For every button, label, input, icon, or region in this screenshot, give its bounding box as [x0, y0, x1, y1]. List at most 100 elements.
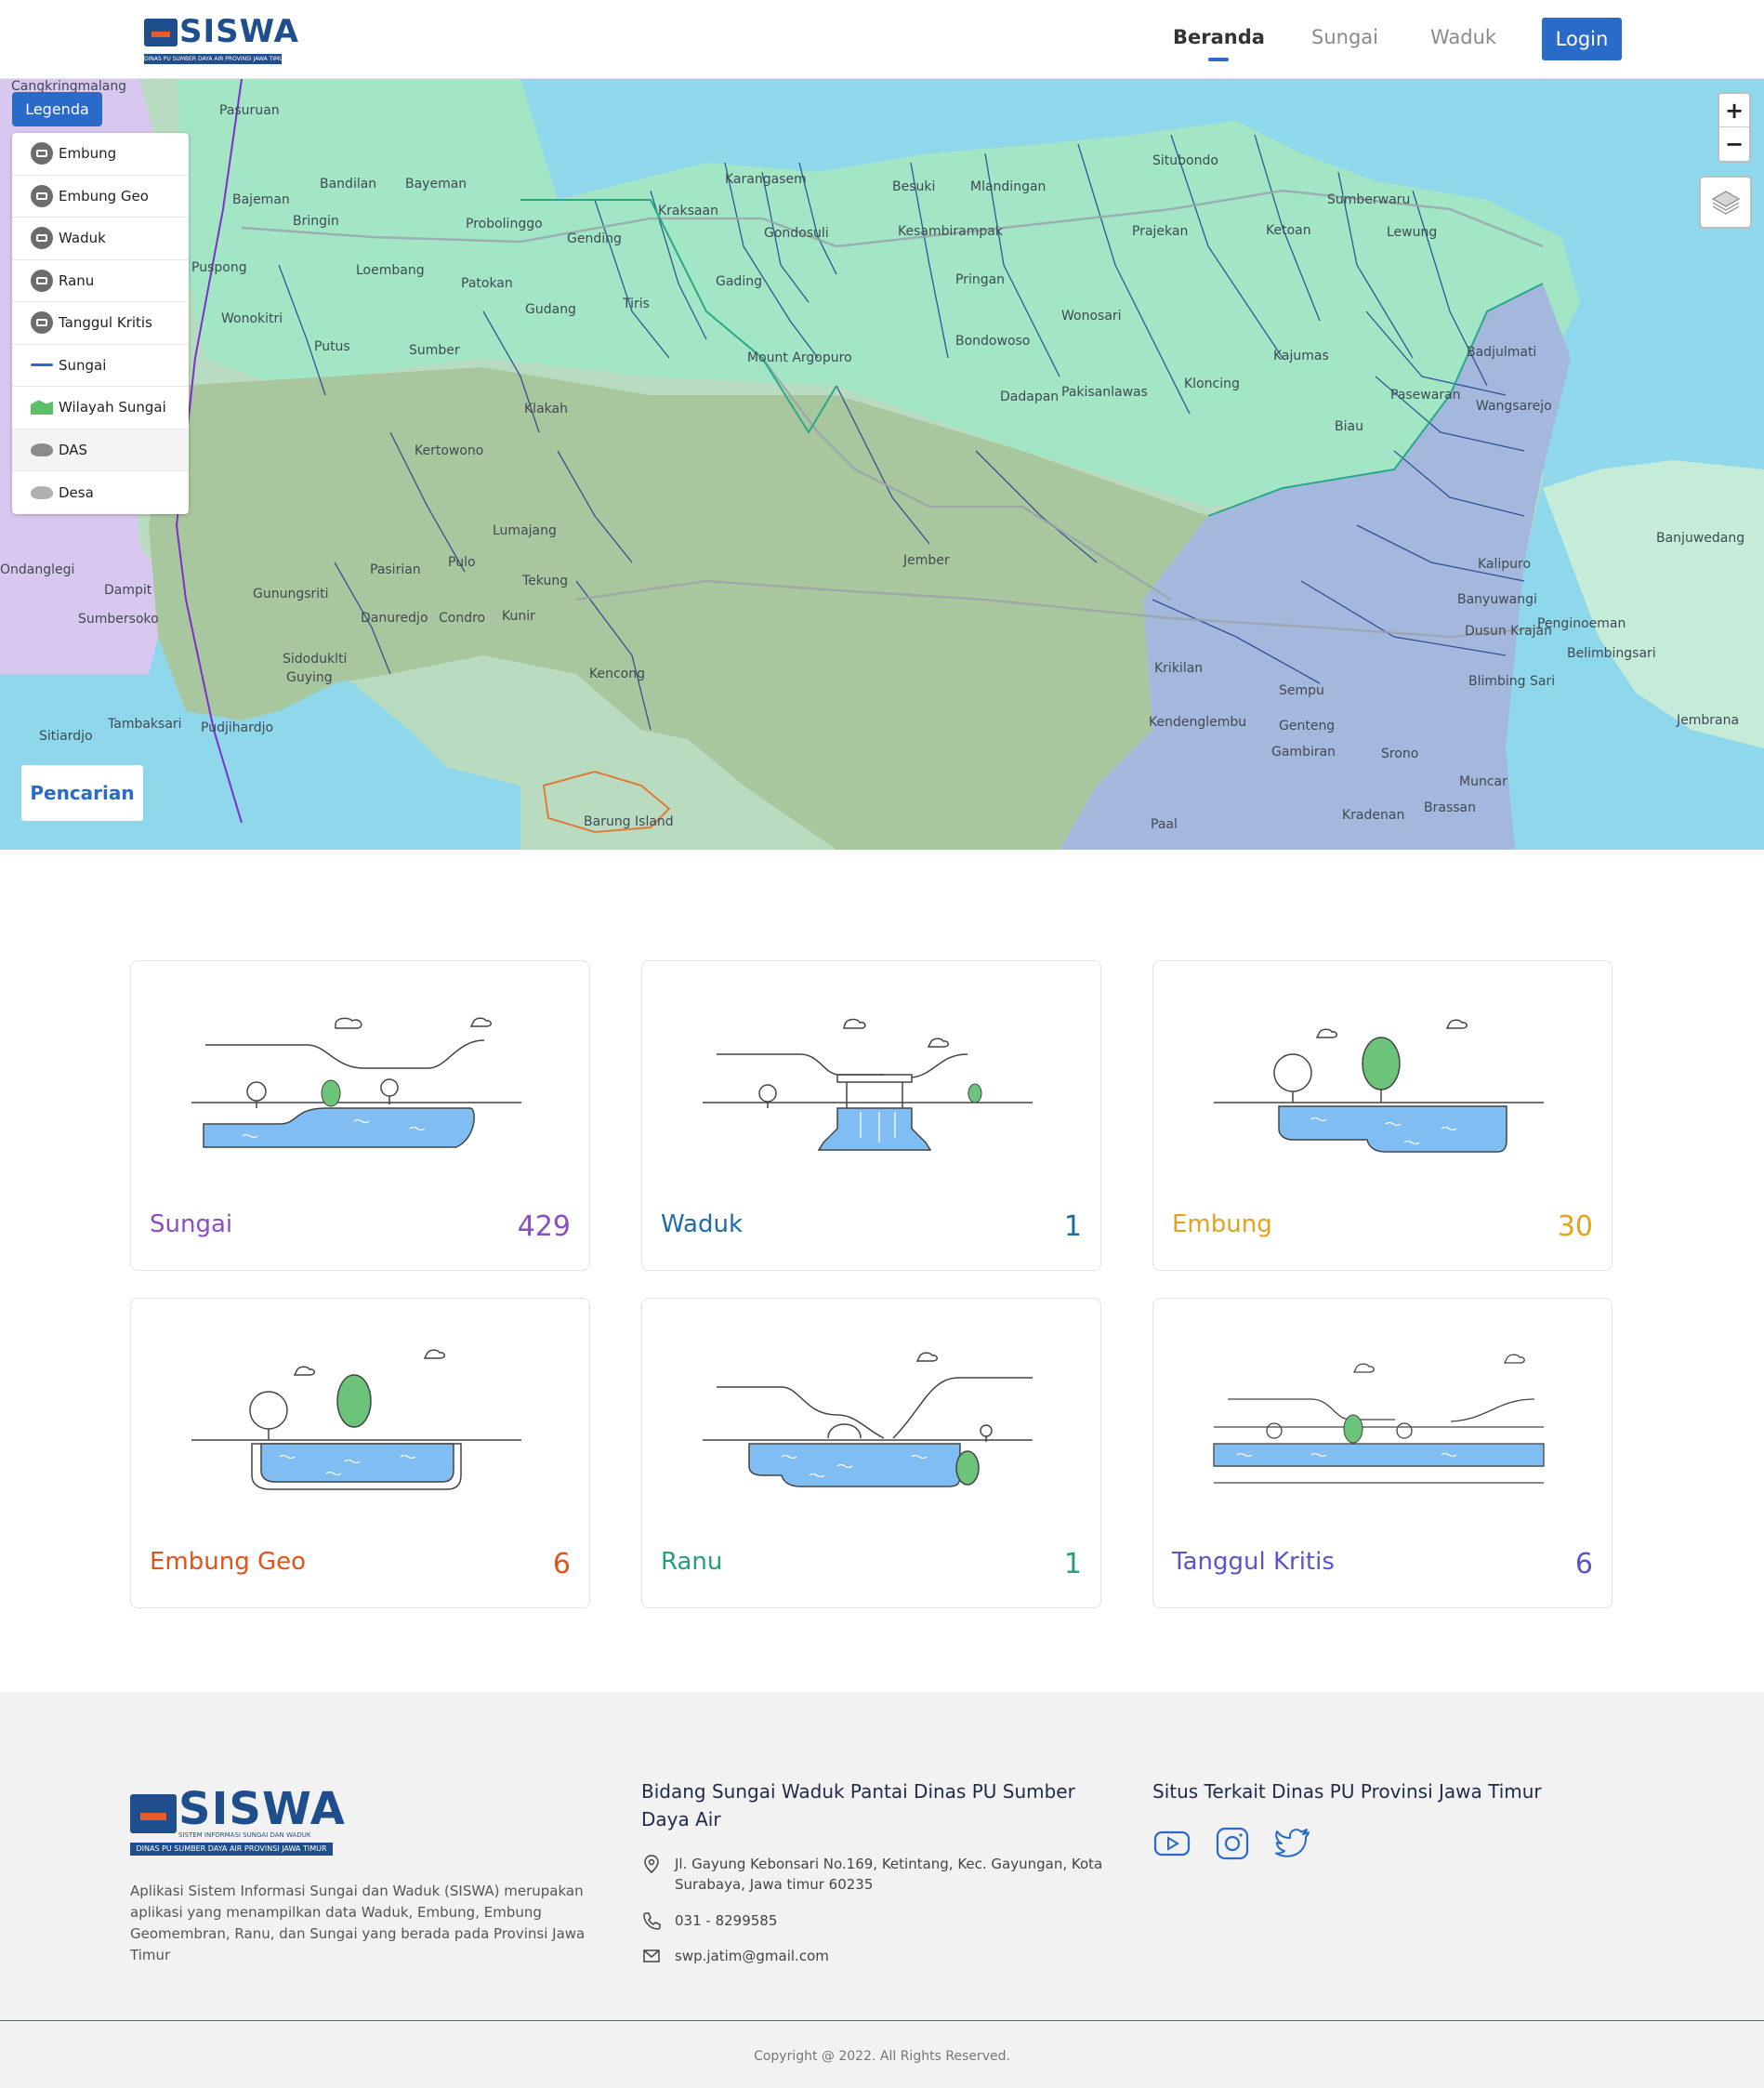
card-sungai[interactable]: Sungai 429: [130, 960, 590, 1271]
legend-item-embung[interactable]: Embung: [12, 133, 189, 176]
card-title: Embung: [1172, 1210, 1272, 1238]
legend-button[interactable]: Legenda: [12, 92, 102, 126]
map-label: Mount Argopuro: [747, 350, 852, 365]
map-label: Badjulmati: [1467, 345, 1537, 360]
map-label: Barung Island: [584, 814, 674, 829]
footer-divider: [0, 2020, 1764, 2021]
footer-description: Aplikasi Sistem Informasi Sungai dan Wad…: [130, 1883, 586, 1963]
map-label: Gunungsriti: [253, 587, 329, 601]
card-count: 1: [1063, 1548, 1082, 1580]
phone-text[interactable]: 031 - 8299585: [675, 1910, 777, 1931]
legend-item-desa[interactable]: Desa: [12, 471, 189, 514]
siswa-logo[interactable]: SISWA DINAS PU SUMBER DAYA AIR PROVINSI …: [144, 13, 298, 65]
legend-item-embung-geo[interactable]: Embung Geo: [12, 176, 189, 218]
map-label: Wonosari: [1061, 309, 1122, 324]
nav-waduk[interactable]: Waduk: [1430, 26, 1496, 48]
map-label: Kalipuro: [1478, 557, 1532, 572]
map-label: Jembrana: [1677, 713, 1740, 728]
map-label: Probolinggo: [466, 217, 543, 231]
card-ranu[interactable]: Ranu 1: [641, 1298, 1101, 1608]
das-icon: [31, 443, 53, 456]
logo-text: SISWA: [179, 13, 299, 50]
map-label: Kloncing: [1184, 377, 1240, 391]
map-label: Pasuruan: [219, 103, 280, 118]
embankment-illustration-icon: [1213, 1354, 1545, 1484]
map-view[interactable]: Cangkringmalang Pasuruan Bajeman Bandila…: [0, 79, 1764, 850]
legend-item-waduk[interactable]: Waduk: [12, 218, 189, 260]
logo-tagline: DINAS PU SUMBER DAYA AIR PROVINSI JAWA T…: [144, 54, 282, 64]
map-label: Blimbing Sari: [1468, 674, 1556, 689]
map-label: Genteng: [1279, 719, 1336, 733]
legend-item-sungai[interactable]: Sungai: [12, 345, 189, 387]
map-label: Biau: [1335, 419, 1363, 434]
card-embung[interactable]: Embung 30: [1152, 960, 1613, 1271]
map-label: Putus: [314, 339, 350, 354]
zoom-control: + −: [1718, 92, 1751, 163]
mail-icon: [643, 1949, 660, 1962]
nav-sungai[interactable]: Sungai: [1311, 26, 1378, 48]
lake-illustration-icon: [703, 1352, 1033, 1487]
map-label: Pasewaran: [1390, 388, 1461, 403]
map-label: Sumber: [409, 343, 460, 358]
instagram-icon[interactable]: [1213, 1826, 1252, 1861]
map-label: Sumbersoko: [78, 612, 159, 627]
map-label: Sempu: [1279, 683, 1324, 698]
map-label: Condro: [439, 611, 486, 626]
phone-icon: [643, 1912, 661, 1930]
zoom-out-button[interactable]: −: [1719, 127, 1749, 161]
map-label: Tiris: [623, 297, 650, 311]
layers-button[interactable]: [1699, 176, 1752, 229]
map-label: Gambiran: [1271, 745, 1336, 760]
legend-item-wilayah-sungai[interactable]: Wilayah Sungai: [12, 387, 189, 429]
legend-item-ranu[interactable]: Ranu: [12, 260, 189, 302]
map-label: Paal: [1151, 817, 1178, 832]
youtube-icon[interactable]: [1152, 1826, 1191, 1861]
email-row: swp.jatim@gmail.com: [641, 1946, 829, 1966]
map-label: Ondanglegi: [0, 562, 75, 577]
map-label: Kendenglembu: [1149, 715, 1247, 730]
map-label: Pringan: [955, 272, 1006, 287]
map-label: Tekung: [522, 574, 569, 588]
map-label: Pulo: [448, 555, 476, 570]
map-label: Gading: [716, 274, 762, 289]
zoom-in-button[interactable]: +: [1719, 94, 1749, 127]
map-label: Tambaksari: [108, 717, 182, 732]
embung-icon: [31, 142, 53, 165]
footer-logo[interactable]: SISWA DINAS PU SUMBER DAYA AIR PROVINSI …: [130, 1783, 345, 1856]
card-tanggul-kritis[interactable]: Tanggul Kritis 6: [1152, 1298, 1613, 1608]
nav-beranda[interactable]: Beranda: [1173, 26, 1265, 48]
map-label: Dadapan: [1000, 390, 1060, 404]
email-text[interactable]: swp.jatim@gmail.com: [675, 1946, 829, 1966]
map-label: Dusun Krajan: [1465, 624, 1553, 639]
map-label: Pakisanlawas: [1061, 385, 1148, 400]
map-label: Kertowono: [415, 443, 484, 458]
map-label: Bajeman: [232, 192, 290, 207]
related-sites-title: Situs Terkait Dinas PU Provinsi Jawa Tim…: [1152, 1780, 1542, 1803]
map-label: Guying: [286, 670, 333, 685]
map-label: Sitiardjo: [39, 729, 93, 744]
map-label: Srono: [1381, 747, 1419, 761]
map-label: Bayeman: [405, 177, 467, 192]
desa-icon: [31, 485, 53, 499]
map-label: Brassan: [1424, 800, 1476, 815]
map-label: Belimbingsari: [1567, 646, 1656, 661]
card-waduk[interactable]: Waduk 1: [641, 960, 1101, 1271]
legend-item-das[interactable]: DAS: [12, 429, 189, 471]
map-label: Bandilan: [320, 177, 377, 192]
river-illustration-icon: [191, 1017, 521, 1148]
map-label: Banjuwedang: [1656, 531, 1745, 546]
map-label: Lewung: [1387, 225, 1438, 240]
login-button[interactable]: Login: [1542, 18, 1622, 60]
card-title: Embung Geo: [150, 1548, 307, 1576]
card-title: Sungai: [150, 1210, 233, 1238]
map-label: Ketoan: [1266, 223, 1311, 238]
map-label: Prajekan: [1132, 224, 1189, 239]
card-embung-geo[interactable]: Embung Geo 6: [130, 1298, 590, 1608]
search-button[interactable]: Pencarian: [21, 765, 143, 821]
layers-icon: [1711, 190, 1740, 215]
map-label: Banyuwangi: [1457, 592, 1537, 607]
header: SISWA DINAS PU SUMBER DAYA AIR PROVINSI …: [0, 0, 1764, 79]
twitter-icon[interactable]: [1273, 1826, 1312, 1861]
legend-item-tanggul-kritis[interactable]: Tanggul Kritis: [12, 302, 189, 345]
map-label: Pudjihardjo: [201, 720, 274, 735]
